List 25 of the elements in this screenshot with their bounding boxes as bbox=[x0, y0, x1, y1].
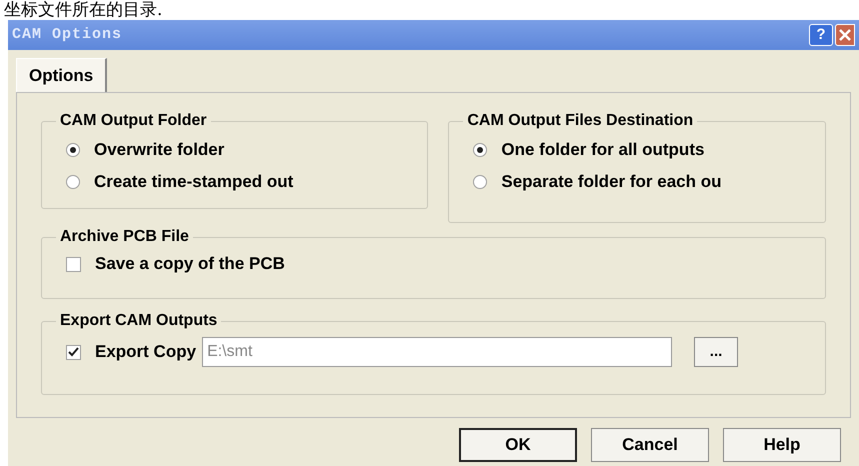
browse-button[interactable]: ... bbox=[694, 337, 738, 367]
group-title: CAM Output Folder bbox=[56, 111, 211, 131]
group-title: Export CAM Outputs bbox=[56, 311, 222, 331]
tab[interactable]: Options bbox=[16, 58, 108, 92]
window-title: CAM Options bbox=[12, 24, 122, 45]
dialog-button[interactable]: OK bbox=[459, 428, 577, 462]
dialog-button[interactable]: Cancel bbox=[591, 428, 709, 462]
dialog-button[interactable]: Help bbox=[723, 428, 841, 462]
checkbox[interactable] bbox=[66, 344, 81, 360]
radio-label: Separate folder for each ou bbox=[501, 171, 722, 194]
radio-label: Create time-stamped out bbox=[94, 171, 294, 194]
caption-text: 坐标文件所在的目录. bbox=[3, 0, 164, 20]
checkbox-label: Save a copy of the PCB bbox=[95, 253, 285, 276]
radio-label: Overwrite folder bbox=[94, 139, 224, 162]
checkbox-label: Export Copy bbox=[95, 341, 196, 364]
checkbox[interactable] bbox=[66, 256, 81, 272]
radio-button[interactable] bbox=[66, 143, 80, 157]
radio-button[interactable] bbox=[473, 175, 488, 189]
radio-button[interactable] bbox=[473, 143, 488, 157]
close-icon[interactable] bbox=[835, 24, 855, 46]
help-button[interactable]: ? bbox=[809, 24, 833, 46]
path-field[interactable]: E:\smt bbox=[202, 337, 672, 367]
group-title: CAM Output Files Destination bbox=[463, 111, 698, 131]
radio-button[interactable] bbox=[66, 175, 80, 189]
radio-label: One folder for all outputs bbox=[501, 139, 704, 162]
